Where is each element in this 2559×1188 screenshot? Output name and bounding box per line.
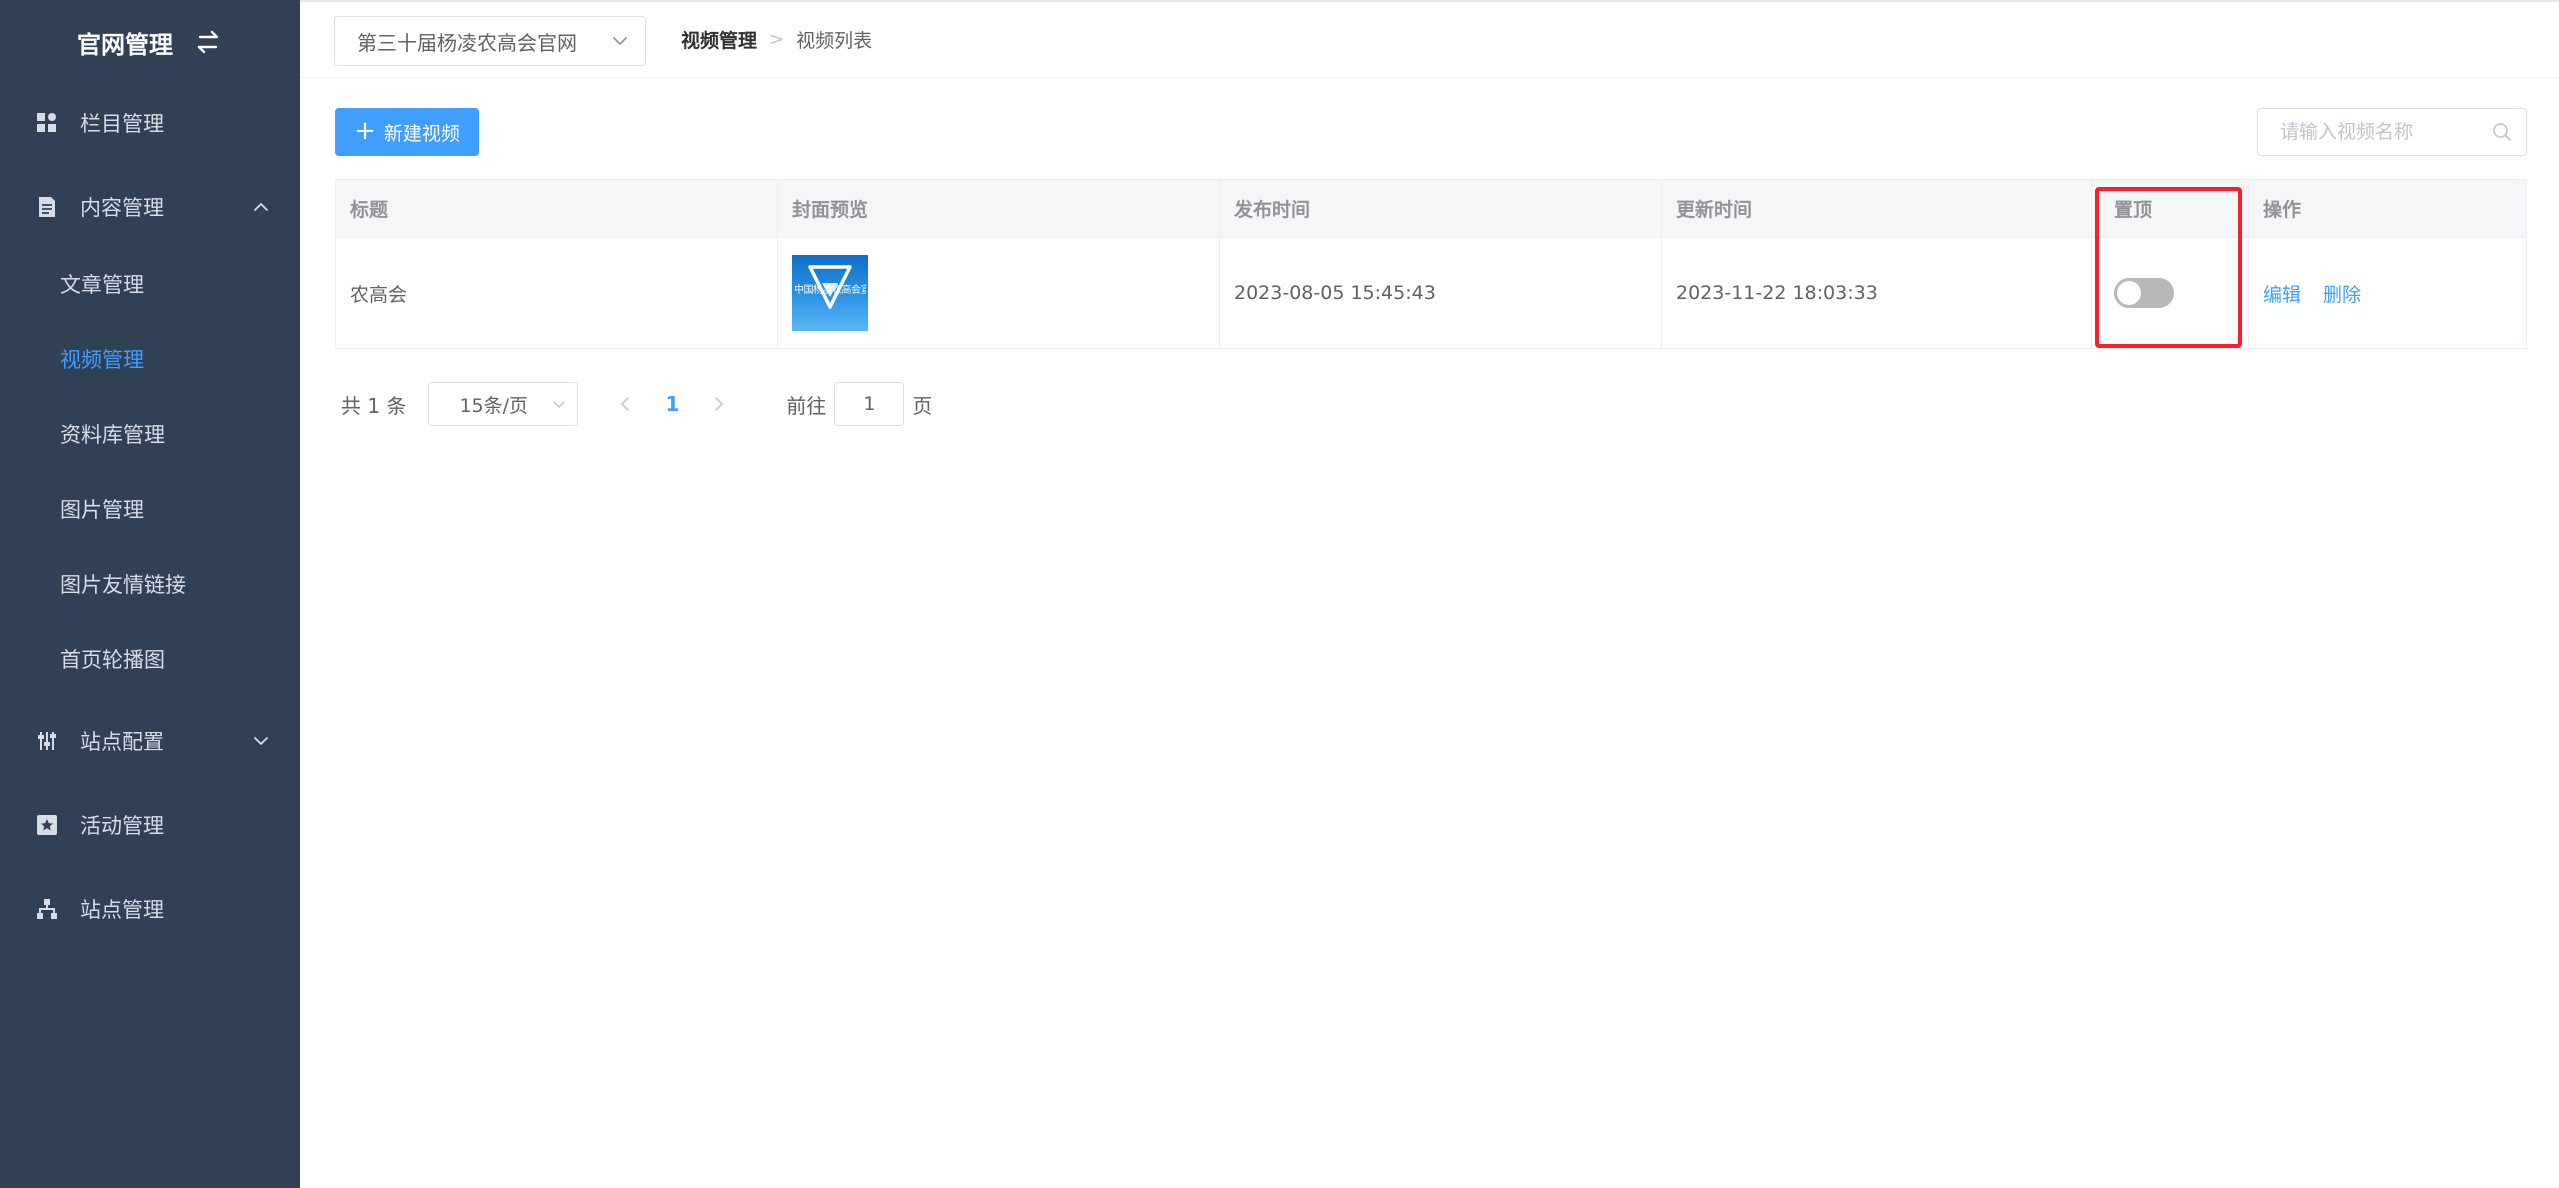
search-icon[interactable] bbox=[2492, 122, 2512, 142]
next-page-icon[interactable] bbox=[708, 394, 728, 414]
page-size-value: 15条/页 bbox=[459, 394, 529, 417]
breadcrumb-item-video-management[interactable]: 视频管理 bbox=[681, 26, 757, 53]
table-row: 农高会 中国杨凌农高会宣传片 2023-08-05 15:45:43 2023-… bbox=[336, 238, 2526, 348]
site-select-value: 第三十届杨凌农高会官网 bbox=[357, 30, 577, 55]
cell-pinned bbox=[2092, 238, 2249, 348]
sidebar-subitem-label: 资料库管理 bbox=[60, 423, 165, 447]
sidebar-item-site-config[interactable]: 站点配置 bbox=[0, 713, 300, 769]
cover-thumbnail[interactable]: 中国杨凌农高会宣传片 bbox=[792, 255, 868, 331]
cell-cover: 中国杨凌农高会宣传片 bbox=[778, 238, 1220, 348]
column-header-actions: 操作 bbox=[2263, 199, 2302, 221]
pin-toggle-knob bbox=[2117, 281, 2141, 305]
grid-icon bbox=[36, 112, 58, 134]
brand-title: 官网管理 bbox=[77, 30, 173, 59]
cell-title: 农高会 bbox=[336, 238, 778, 348]
goto-page-input[interactable] bbox=[834, 382, 905, 426]
sidebar-item-columns[interactable]: 栏目管理 bbox=[0, 95, 300, 151]
sidebar-subitem-label: 图片友情链接 bbox=[60, 573, 186, 597]
sidebar-item-label: 活动管理 bbox=[80, 814, 164, 838]
sidebar-subitem-articles[interactable]: 文章管理 bbox=[0, 256, 300, 312]
pagination: 共 1 条 15条/页 1 前往 页 bbox=[341, 382, 932, 426]
search-box bbox=[2257, 108, 2527, 156]
chevron-down-icon bbox=[252, 732, 270, 750]
sidebar-subitem-label: 首页轮播图 bbox=[60, 648, 165, 672]
top-bar: 第三十届杨凌农高会官网 视频管理 > 视频列表 bbox=[300, 0, 2559, 78]
sidebar-subitem-library[interactable]: 资料库管理 bbox=[0, 406, 300, 462]
sidebar-item-label: 内容管理 bbox=[80, 196, 164, 220]
page-size-select[interactable]: 15条/页 bbox=[428, 382, 579, 426]
sidebar-subitem-label: 文章管理 bbox=[60, 273, 144, 297]
sidebar-item-label: 站点配置 bbox=[80, 730, 164, 754]
brand: 官网管理 bbox=[0, 0, 300, 84]
cell-actions: 编辑 删除 bbox=[2249, 238, 2526, 348]
goto-label: 前往 bbox=[786, 393, 827, 418]
breadcrumb-separator-icon: > bbox=[769, 28, 785, 50]
breadcrumb: 视频管理 > 视频列表 bbox=[681, 24, 872, 54]
site-select[interactable]: 第三十届杨凌农高会官网 bbox=[334, 16, 646, 66]
sidebar-item-activities[interactable]: 活动管理 bbox=[0, 797, 300, 853]
sidebar: 官网管理 栏目管理 内容管理 文章管理 视频管理 资料库管理 图片管理 图片友情… bbox=[0, 0, 300, 1188]
sitemap-icon bbox=[36, 898, 58, 920]
sidebar-subitem-label: 视频管理 bbox=[60, 348, 144, 372]
column-header-updated: 更新时间 bbox=[1662, 180, 2092, 237]
document-icon bbox=[36, 196, 58, 218]
sidebar-item-label: 站点管理 bbox=[80, 898, 164, 922]
table-header: 标题 封面预览 发布时间 更新时间 置顶 操作 bbox=[336, 180, 2526, 238]
pin-toggle[interactable] bbox=[2114, 278, 2174, 308]
column-header-published: 发布时间 bbox=[1220, 180, 1662, 237]
goto-suffix: 页 bbox=[912, 393, 933, 418]
sidebar-item-label: 栏目管理 bbox=[80, 112, 164, 136]
swap-icon[interactable] bbox=[193, 27, 223, 57]
star-box-icon bbox=[36, 814, 58, 836]
page-number-current[interactable]: 1 bbox=[665, 392, 679, 416]
column-header-title: 标题 bbox=[336, 180, 778, 237]
chevron-down-icon bbox=[551, 396, 567, 412]
sidebar-subitem-carousel[interactable]: 首页轮播图 bbox=[0, 631, 300, 687]
chevron-down-icon bbox=[611, 32, 629, 50]
new-video-label: 新建视频 bbox=[383, 122, 460, 145]
delete-button[interactable]: 删除 bbox=[2323, 280, 2361, 307]
search-input[interactable] bbox=[2258, 109, 2483, 155]
column-header-pinned: 置顶 bbox=[2092, 180, 2249, 237]
pagination-total: 共 1 条 bbox=[341, 393, 407, 418]
video-table: 标题 封面预览 发布时间 更新时间 置顶 操作 农高会 中国杨凌农高会宣传片 2… bbox=[335, 179, 2527, 349]
sliders-icon bbox=[36, 730, 58, 752]
cell-published: 2023-08-05 15:45:43 bbox=[1220, 238, 1662, 348]
prev-page-icon[interactable] bbox=[616, 394, 636, 414]
breadcrumb-item-video-list: 视频列表 bbox=[796, 29, 873, 52]
sidebar-subitem-image-links[interactable]: 图片友情链接 bbox=[0, 556, 300, 612]
sidebar-subitem-label: 图片管理 bbox=[60, 498, 144, 522]
plus-icon: + bbox=[354, 115, 376, 146]
new-video-button[interactable]: + 新建视频 bbox=[335, 108, 479, 156]
chevron-up-icon bbox=[252, 198, 270, 216]
sidebar-subitem-images[interactable]: 图片管理 bbox=[0, 481, 300, 537]
cover-text: 中国杨凌农高会宣传片 bbox=[794, 285, 866, 296]
edit-button[interactable]: 编辑 bbox=[2263, 280, 2301, 307]
sidebar-subitem-videos[interactable]: 视频管理 bbox=[0, 331, 300, 387]
cell-updated: 2023-11-22 18:03:33 bbox=[1662, 238, 2092, 348]
sidebar-item-sites[interactable]: 站点管理 bbox=[0, 881, 300, 937]
sidebar-item-content[interactable]: 内容管理 bbox=[0, 179, 300, 235]
column-header-cover: 封面预览 bbox=[778, 180, 1220, 237]
